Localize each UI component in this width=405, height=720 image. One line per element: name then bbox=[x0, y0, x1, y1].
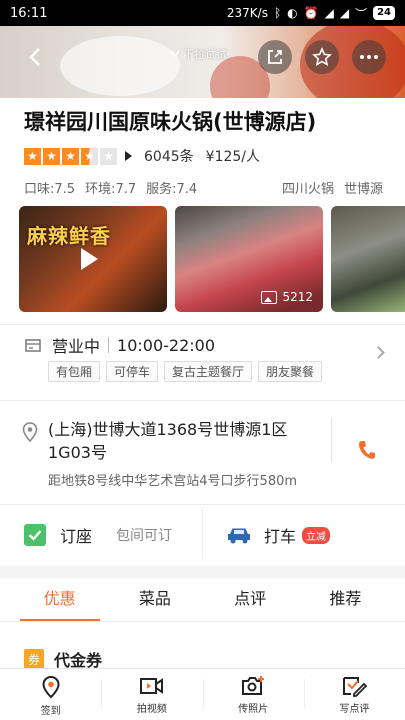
back-arrow-icon bbox=[29, 48, 40, 66]
review-count: 6045条 bbox=[144, 149, 194, 165]
status-bar: 16:11 237K/s ᛒ ◐ ⏰ ◢ ◢ ︶ 24 bbox=[0, 0, 405, 26]
feature-tag: 朋友聚餐 bbox=[258, 361, 323, 382]
star-rating: ★ ★ ★ ★ ★ bbox=[24, 147, 117, 165]
restaurant-name: 璟祥园川国原味火锅(世博源店) bbox=[24, 110, 317, 134]
taste-score: 口味:7.5 bbox=[24, 182, 76, 197]
star-empty-icon: ★ bbox=[100, 147, 117, 165]
toggle-icon: ◐ bbox=[287, 6, 298, 20]
alarm-icon: ⏰ bbox=[303, 6, 319, 20]
photo-strip: 麻辣鲜香 5212 bbox=[19, 206, 405, 312]
location-pin-icon bbox=[42, 675, 60, 699]
tab-reviews[interactable]: 点评 bbox=[210, 580, 290, 620]
upload-photo-button[interactable]: 传照片 bbox=[202, 669, 304, 720]
taxi-label: 打车 bbox=[264, 527, 297, 546]
phone-icon bbox=[359, 441, 375, 459]
feature-tags: 有包厢 可停车 复古主题餐厅 朋友聚餐 bbox=[48, 361, 323, 382]
star-icon: ★ bbox=[24, 147, 41, 165]
favorite-button[interactable] bbox=[305, 40, 339, 74]
hero-banner[interactable]: 下拉试试 bbox=[0, 26, 405, 98]
opening-time: 10:00-22:00 bbox=[117, 335, 216, 355]
taxi-button[interactable]: 打车 立减 bbox=[226, 523, 331, 547]
feature-tag: 可停车 bbox=[106, 361, 159, 382]
caret-right-icon bbox=[125, 151, 132, 161]
environment-score: 环境:7.7 bbox=[85, 182, 137, 197]
wifi-icon: ︶ bbox=[355, 6, 368, 21]
chevron-down-icon bbox=[170, 50, 180, 58]
tab-recommend[interactable]: 推荐 bbox=[305, 580, 385, 620]
edit-review-icon bbox=[343, 677, 368, 697]
bluetooth-icon: ᛒ bbox=[273, 6, 282, 20]
checkin-button[interactable]: 签到 bbox=[0, 669, 101, 720]
private-room-label: 包间可订 bbox=[116, 528, 173, 544]
address-text[interactable]: (上海)世博大道1368号世博源1区1G03号 bbox=[48, 418, 318, 464]
star-icon: ★ bbox=[81, 147, 98, 165]
photo-thumbnail[interactable]: 5212 bbox=[175, 206, 323, 312]
share-button[interactable] bbox=[258, 40, 292, 74]
play-icon bbox=[81, 248, 98, 270]
more-dots-icon bbox=[360, 55, 378, 59]
status-icons: 237K/s ᛒ ◐ ⏰ ◢ ◢ ︶ 24 bbox=[227, 5, 395, 22]
storefront-icon bbox=[25, 339, 41, 352]
write-review-button[interactable]: 写点评 bbox=[303, 669, 405, 720]
metro-distance: 距地铁8号线中华艺术宫站4号口步行580m bbox=[48, 474, 298, 489]
photo-thumbnail[interactable] bbox=[331, 206, 405, 312]
feature-tag: 复古主题餐厅 bbox=[164, 361, 253, 382]
phone-button[interactable] bbox=[358, 440, 376, 464]
price-per-person: ¥125/人 bbox=[205, 149, 260, 165]
tab-dishes[interactable]: 菜品 bbox=[115, 580, 195, 620]
chevron-right-icon[interactable] bbox=[372, 346, 385, 359]
status-time: 16:11 bbox=[10, 5, 48, 21]
battery-icon: 24 bbox=[373, 6, 395, 20]
video-caption: 麻辣鲜香 bbox=[27, 224, 111, 248]
signal-icon: ◢ bbox=[324, 6, 334, 20]
network-speed: 237K/s bbox=[226, 6, 268, 20]
restaurant-detail-page: 16:11 237K/s ᛒ ◐ ⏰ ◢ ◢ ︶ 24 下拉试试 璟祥园川国原味… bbox=[0, 0, 405, 720]
more-button[interactable] bbox=[352, 40, 386, 74]
star-icon: ★ bbox=[43, 147, 60, 165]
open-status: 营业中 bbox=[52, 337, 101, 356]
car-icon bbox=[228, 528, 250, 544]
star-icon: ★ bbox=[62, 147, 79, 165]
voucher-icon: 券 bbox=[24, 649, 44, 669]
category-item[interactable]: 四川火锅 bbox=[282, 178, 334, 197]
score-breakdown: 口味:7.5 环境:7.7 服务:7.4 bbox=[24, 178, 197, 197]
back-button[interactable] bbox=[18, 40, 52, 74]
rating-row[interactable]: ★ ★ ★ ★ ★ 6045条 ¥125/人 bbox=[24, 146, 260, 166]
image-icon bbox=[261, 290, 278, 304]
content-tabs: 优惠 菜品 点评 推荐 bbox=[0, 580, 405, 622]
category-tags: 四川火锅 世博源 bbox=[282, 178, 383, 197]
book-table-button[interactable]: 订座 包间可订 bbox=[24, 523, 172, 547]
book-label: 订座 bbox=[60, 527, 93, 546]
category-item[interactable]: 世博源 bbox=[344, 178, 383, 197]
video-camera-icon bbox=[139, 678, 163, 694]
star-outline-icon bbox=[312, 47, 332, 66]
pull-hint: 下拉试试 bbox=[170, 46, 227, 62]
checkbox-icon bbox=[24, 524, 46, 546]
discount-badge: 立减 bbox=[302, 526, 331, 544]
feature-tag: 有包厢 bbox=[48, 361, 101, 382]
tab-deals[interactable]: 优惠 bbox=[19, 580, 100, 622]
bottom-action-bar: 签到 拍视频 传照片 写点评 bbox=[0, 668, 405, 720]
record-video-button[interactable]: 拍视频 bbox=[101, 669, 202, 720]
business-hours[interactable]: 营业中 10:00-22:00 bbox=[24, 333, 215, 357]
photo-count: 5212 bbox=[261, 290, 313, 304]
service-score: 服务:7.4 bbox=[146, 182, 198, 197]
camera-plus-icon bbox=[242, 676, 265, 695]
location-pin-icon bbox=[22, 422, 38, 442]
video-thumbnail[interactable]: 麻辣鲜香 bbox=[19, 206, 167, 312]
signal-2-icon: ◢ bbox=[339, 6, 350, 20]
share-icon bbox=[268, 50, 282, 64]
